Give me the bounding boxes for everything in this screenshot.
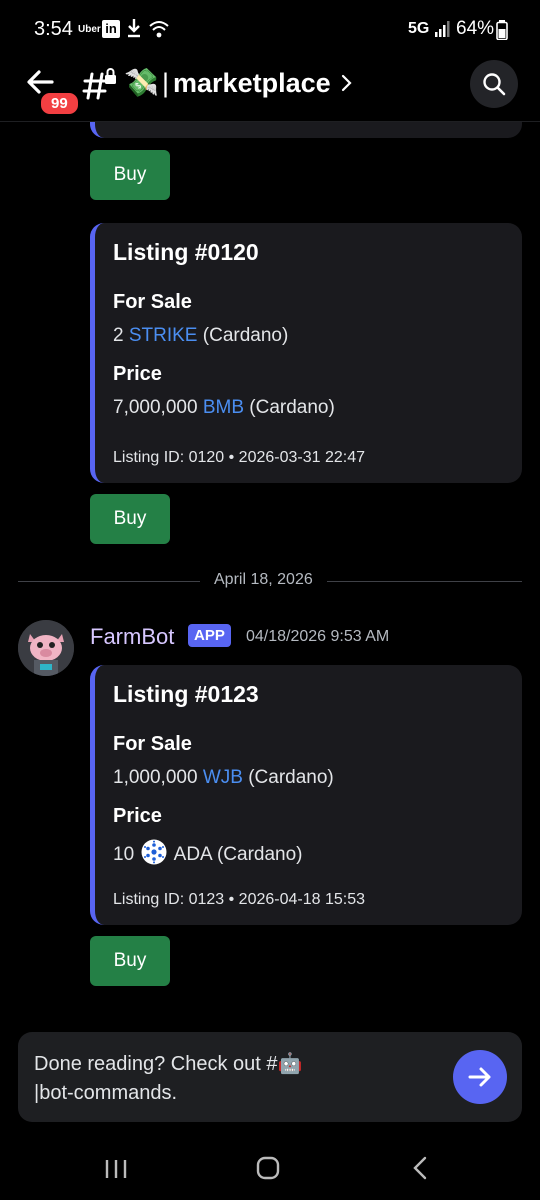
price-amount: 10 <box>113 844 135 865</box>
chevron-right-icon[interactable] <box>340 72 354 94</box>
price-value: 10 ADA (Cardano) <box>113 839 303 866</box>
date-divider: April 18, 2026 <box>200 571 327 589</box>
for-sale-label: For Sale <box>113 291 192 313</box>
back-icon[interactable] <box>410 1156 430 1180</box>
price-amount: 7,000,000 <box>113 397 198 418</box>
home-icon[interactable] <box>256 1156 280 1180</box>
channel-name: marketplace <box>173 68 331 98</box>
battery-icon <box>496 20 508 40</box>
listing-title: Listing #0120 <box>113 239 259 265</box>
listing-footer: Listing ID: 0120 • 2026-03-31 22:47 <box>113 449 365 466</box>
listing-embed-previous <box>90 122 522 138</box>
ada-coin-icon <box>141 839 167 865</box>
notice-line-2[interactable]: |bot-commands. <box>34 1079 434 1108</box>
for-sale-value: 1,000,000 WJB (Cardano) <box>113 767 334 789</box>
token-link[interactable]: WJB <box>203 767 243 788</box>
channel-header: 99 💸 | marketplace <box>0 56 540 122</box>
listing-footer: Listing ID: 0123 • 2026-04-18 15:53 <box>113 891 365 908</box>
bot-avatar[interactable] <box>18 620 74 676</box>
battery-level: 64% <box>456 18 495 39</box>
channel-link[interactable]: bot-commands. <box>39 1082 177 1104</box>
channel-emoji: 💸 <box>124 67 159 98</box>
locked-channel-icon <box>82 68 116 100</box>
arrow-right-icon <box>468 1067 491 1087</box>
token-link[interactable]: BMB <box>203 397 244 418</box>
token-link[interactable]: STRIKE <box>129 325 198 346</box>
unread-badge: 99 <box>38 90 81 117</box>
for-sale-amount: 1,000,000 <box>113 767 198 788</box>
search-button[interactable] <box>470 60 518 108</box>
for-sale-amount: 2 <box>113 325 124 346</box>
chain-name: (Cardano) <box>248 767 334 788</box>
notice-text: Done reading? Check out #🤖 |bot-commands… <box>34 1050 434 1108</box>
price-label: Price <box>113 363 162 385</box>
price-token: ADA (Cardano) <box>173 844 303 865</box>
buy-button[interactable]: Buy <box>90 936 170 986</box>
buy-button[interactable]: Buy <box>90 494 170 544</box>
buy-button[interactable]: Buy <box>90 150 170 200</box>
message-timestamp: 04/18/2026 9:53 AM <box>246 628 390 645</box>
jump-to-channel-button[interactable] <box>453 1050 507 1104</box>
for-sale-value: 2 STRIKE (Cardano) <box>113 325 288 347</box>
chain-name: (Cardano) <box>202 325 289 346</box>
notice-line-1: Done reading? Check out #🤖 <box>34 1053 303 1075</box>
listing-embed-0120: Listing #0120 For Sale 2 STRIKE (Cardano… <box>90 223 522 483</box>
listing-title: Listing #0123 <box>113 681 259 707</box>
listing-embed-0123: Listing #0123 For Sale 1,000,000 WJB (Ca… <box>90 665 522 925</box>
search-icon <box>483 73 506 96</box>
system-navigation-bar <box>0 1136 540 1200</box>
channel-title[interactable]: | marketplace <box>162 68 331 99</box>
price-label: Price <box>113 805 162 827</box>
status-time: 3:54 <box>34 18 73 40</box>
linkedin-icon: in <box>102 20 120 38</box>
chain-name: (Cardano) <box>249 397 335 418</box>
status-bar: 3:54 Uber in 5G 64% <box>0 0 540 60</box>
wifi-icon <box>149 21 169 38</box>
message-list[interactable]: Buy Listing #0120 For Sale 2 STRIKE (Car… <box>0 122 540 1030</box>
download-icon <box>128 19 140 38</box>
for-sale-label: For Sale <box>113 733 192 755</box>
uber-icon: Uber <box>78 24 101 35</box>
read-only-notice: Done reading? Check out #🤖 |bot-commands… <box>18 1032 522 1122</box>
app-tag: APP <box>188 624 231 647</box>
bot-username[interactable]: FarmBot <box>90 624 174 650</box>
network-type: 5G <box>408 20 430 37</box>
signal-icon <box>435 21 450 37</box>
recent-apps-icon[interactable] <box>104 1158 128 1180</box>
price-value: 7,000,000 BMB (Cardano) <box>113 397 335 419</box>
pig-robot-avatar-icon <box>18 620 74 676</box>
